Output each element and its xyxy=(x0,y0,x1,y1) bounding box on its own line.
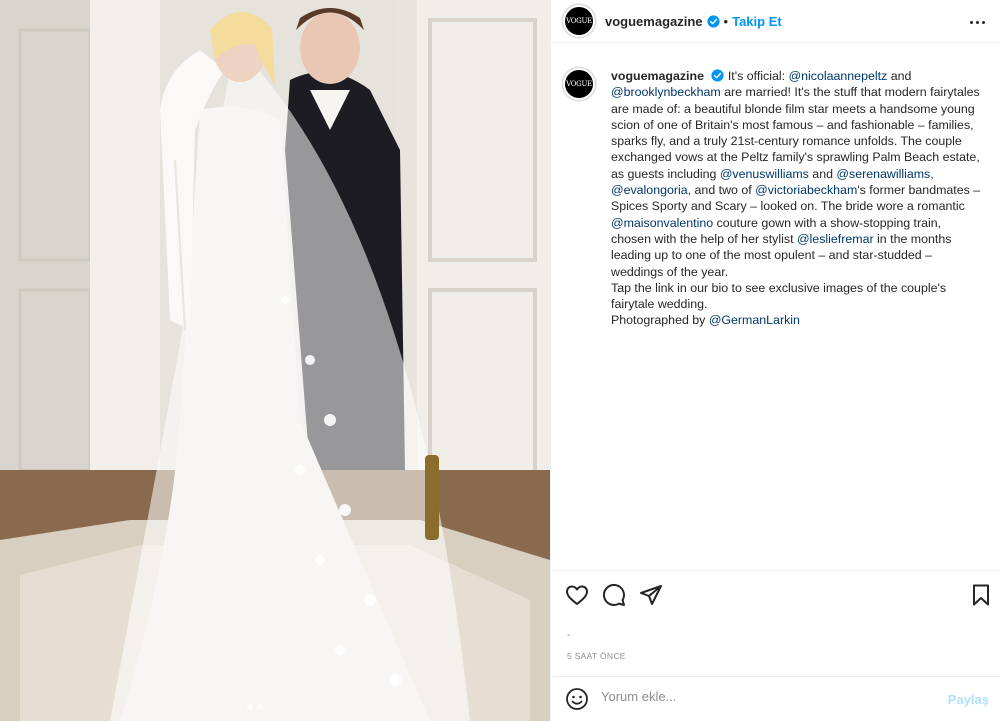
caption-text-segment: and xyxy=(808,166,837,181)
carousel-dot-active xyxy=(247,704,253,710)
share-comment-button[interactable]: Paylaş xyxy=(948,692,989,707)
carousel-dot xyxy=(257,704,263,710)
caption-mention-link[interactable]: @serenawilliams xyxy=(836,167,930,181)
bookmark-icon[interactable] xyxy=(969,583,993,607)
header-separator: • xyxy=(723,13,729,29)
caption-mention-link[interactable]: @brooklynbeckham xyxy=(611,85,721,99)
caption-text-segment: Photographed by xyxy=(611,313,709,328)
caption-mention-link[interactable]: @venuswilliams xyxy=(720,167,809,181)
caption-mention-link[interactable]: @lesliefremar xyxy=(797,232,874,246)
caption-username[interactable]: voguemagazine xyxy=(611,69,704,83)
account-avatar[interactable]: VOGUE xyxy=(563,5,595,37)
post-photo[interactable] xyxy=(0,0,550,721)
post-actions xyxy=(551,570,1000,620)
caption-text: voguemagazine It's official: @nicolaanne… xyxy=(611,68,983,329)
caption-text-segment: It's official: xyxy=(724,69,789,83)
heart-icon[interactable] xyxy=(565,583,589,607)
comment-bar: Paylaş xyxy=(551,676,1000,721)
caption-mention-link[interactable]: @evalongoria xyxy=(611,183,688,197)
comment-input[interactable] xyxy=(601,689,931,704)
caption-avatar-logo-text: VOGUE xyxy=(566,80,592,88)
post-caption: VOGUE voguemagazine It's official: @nico… xyxy=(563,68,983,329)
carousel-indicator xyxy=(247,704,263,710)
caption-mention-link[interactable]: @maisonvalentino xyxy=(611,216,713,230)
post-header: VOGUE voguemagazine • Takip Et xyxy=(551,0,1000,43)
account-username[interactable]: voguemagazine xyxy=(605,14,703,29)
caption-mention-link[interactable]: @victoriabeckham xyxy=(755,183,857,197)
comment-icon[interactable] xyxy=(602,583,626,607)
wedding-photo-illustration xyxy=(0,0,550,721)
more-options-icon[interactable] xyxy=(967,12,987,32)
caption-avatar[interactable]: VOGUE xyxy=(563,68,595,100)
post-sidebar: VOGUE voguemagazine • Takip Et VOGUE vog… xyxy=(550,0,1000,721)
smiley-icon[interactable] xyxy=(565,687,589,711)
verified-badge-icon xyxy=(706,14,720,28)
caption-mention-link[interactable]: @GermanLarkin xyxy=(709,313,800,327)
likes-placeholder: - xyxy=(567,630,571,641)
caption-text-segment: , and two of xyxy=(687,183,756,198)
avatar-logo-text: VOGUE xyxy=(566,17,592,25)
follow-button[interactable]: Takip Et xyxy=(732,14,782,29)
caption-text-segment: and xyxy=(887,69,912,83)
caption-verified-badge-icon xyxy=(711,69,725,82)
caption-text-segment: Tap the link in our bio to see exclusive… xyxy=(611,280,947,312)
caption-body: It's official: @nicolaannepeltz and @bro… xyxy=(611,69,980,327)
send-icon[interactable] xyxy=(639,583,663,607)
post-timestamp[interactable]: 5 SAAT ÖNCE xyxy=(567,651,626,661)
caption-mention-link[interactable]: @nicolaannepeltz xyxy=(789,69,888,83)
caption-text-segment: , xyxy=(930,166,934,181)
